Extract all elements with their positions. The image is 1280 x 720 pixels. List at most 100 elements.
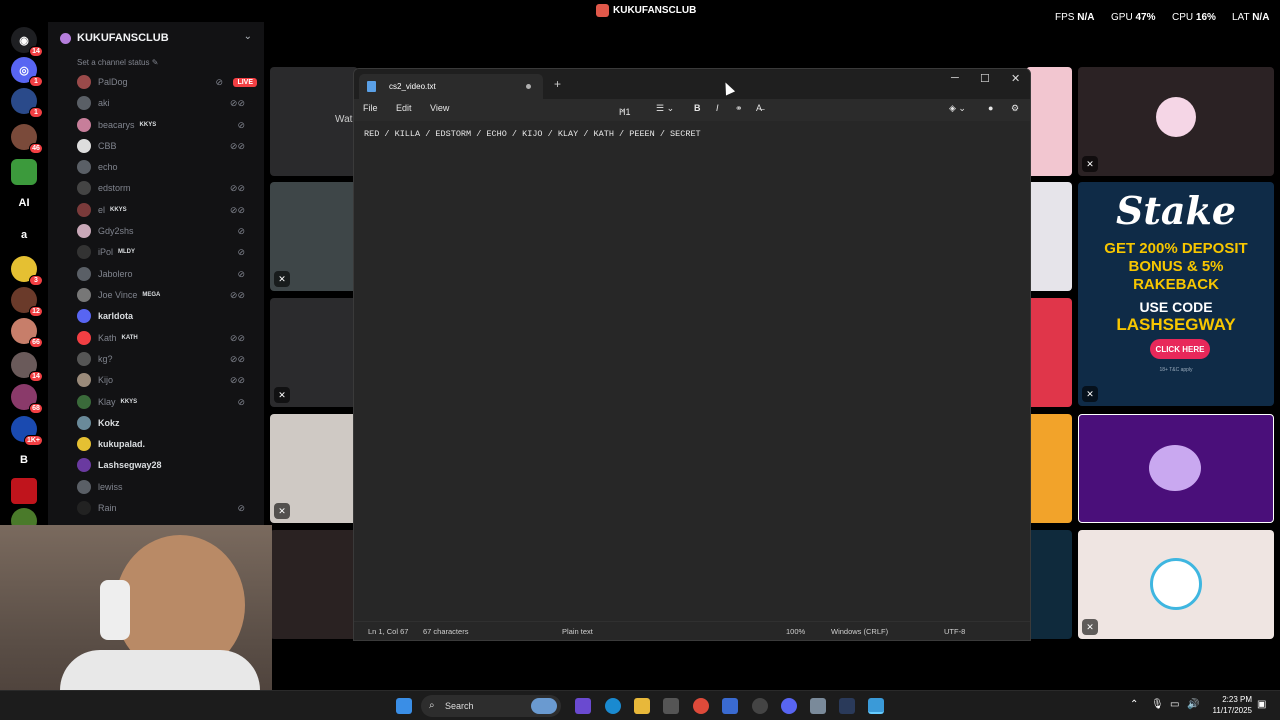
server-icon[interactable]: 3 [11, 256, 43, 286]
video-tile[interactable] [1026, 298, 1072, 407]
video-tile[interactable] [1026, 67, 1072, 176]
video-tile[interactable]: ✕ [1078, 67, 1274, 176]
notification-icon[interactable]: ▣ [1257, 699, 1266, 710]
member-item[interactable]: Rain ⊘ [77, 498, 257, 518]
settings-app-icon[interactable] [810, 698, 826, 714]
network-icon[interactable]: ▭ [1170, 699, 1179, 710]
member-item[interactable]: el KKYS ⊘⊘ [77, 200, 257, 220]
server-icon[interactable]: AI [11, 190, 37, 216]
menu-file[interactable]: File [363, 103, 378, 113]
settings-icon[interactable]: ⚙ [1011, 103, 1019, 114]
chevron-down-icon[interactable]: ⌄ [244, 31, 252, 42]
video-tile[interactable] [1026, 530, 1072, 639]
member-item[interactable]: lewiss [77, 477, 257, 497]
edge-icon[interactable] [605, 698, 621, 714]
search-icon: ⌕ [429, 700, 435, 711]
ad-cta-button[interactable]: CLICK HERE [1150, 339, 1210, 359]
member-item[interactable]: karldota [77, 306, 257, 326]
mail-icon[interactable] [722, 698, 738, 714]
menu-edit[interactable]: Edit [396, 103, 412, 113]
member-item[interactable]: Joe Vince MEGA ⊘⊘ [77, 285, 257, 305]
server-icon[interactable]: 68 [11, 384, 43, 414]
member-item[interactable]: kg? ⊘⊘ [77, 349, 257, 369]
text-format[interactable]: Plain text [562, 627, 593, 636]
copilot-app-icon[interactable] [575, 698, 591, 714]
member-item[interactable]: CBB ⊘⊘ [77, 136, 257, 156]
server-icon[interactable]: B [11, 447, 37, 473]
taskbar-clock[interactable]: 2:23 PM 11/17/2025 [1213, 694, 1252, 716]
member-item[interactable]: echo [77, 157, 257, 177]
text-editor[interactable]: RED / KILLA / EDSTORM / ECHO / KIJO / KL… [354, 121, 1030, 626]
server-icon[interactable]: 1 [11, 88, 43, 118]
server-icon[interactable]: a [11, 222, 37, 248]
server-icon[interactable]: 14 [11, 352, 43, 382]
server-icon[interactable]: 66 [11, 318, 43, 348]
server-icon[interactable]: 46 [11, 124, 43, 154]
video-tile[interactable]: ✕ [270, 414, 358, 523]
member-item[interactable]: PalDog ⊘ LIVE [77, 72, 257, 92]
channel-status-input[interactable]: Set a channel status ✎ [77, 58, 158, 67]
app-icon[interactable] [752, 698, 768, 714]
watch-stream-label: Wat [335, 114, 353, 125]
microphone-icon[interactable]: 🎙 [1151, 699, 1164, 710]
editor-content[interactable]: RED / KILLA / EDSTORM / ECHO / KIJO / KL… [364, 129, 701, 139]
unsaved-indicator-icon[interactable] [526, 84, 531, 89]
steam-icon[interactable] [839, 698, 855, 714]
line-endings[interactable]: Windows (CRLF) [831, 627, 888, 636]
member-item[interactable]: Jabolero ⊘ [77, 264, 257, 284]
member-item[interactable]: Kijo ⊘⊘ [77, 370, 257, 390]
video-tile[interactable]: ✕ [270, 298, 358, 407]
maximize-icon[interactable]: ☐ [980, 72, 990, 85]
member-item[interactable]: iPol MLDY ⊘ [77, 242, 257, 262]
member-item[interactable]: kukupalad. [77, 434, 257, 454]
list-icon[interactable]: ☰ ⌄ [656, 103, 674, 114]
encoding[interactable]: UTF-8 [944, 627, 965, 636]
video-tile[interactable] [270, 530, 358, 639]
video-tile[interactable]: ✕ [270, 182, 358, 291]
member-item[interactable]: aki ⊘⊘ [77, 93, 257, 113]
member-item[interactable]: edstorm ⊘⊘ [77, 178, 257, 198]
sponsor-ad-tile[interactable]: Stake GET 200% DEPOSIT BONUS & 5% RAKEBA… [1078, 182, 1274, 406]
member-item[interactable]: Klay KKYS ⊘ [77, 392, 257, 412]
discord-icon[interactable] [781, 698, 797, 714]
video-tile[interactable] [1026, 182, 1072, 291]
video-tile[interactable]: ✕ [1078, 530, 1274, 639]
video-tile[interactable] [1078, 414, 1274, 523]
start-icon[interactable] [396, 698, 412, 714]
member-item[interactable]: Gdy2shs ⊘ [77, 221, 257, 241]
member-item[interactable]: Lashsegway28 [77, 455, 257, 475]
member-item[interactable]: Kokz [77, 413, 257, 433]
video-tile[interactable] [1026, 414, 1072, 523]
notepad-app-icon[interactable] [868, 698, 884, 714]
file-explorer-icon[interactable] [634, 698, 650, 714]
account-icon[interactable]: ● [988, 103, 993, 113]
volume-icon[interactable]: 🔊 [1187, 699, 1199, 710]
chevron-up-icon[interactable]: ⌃ [1130, 699, 1138, 710]
store-icon[interactable] [663, 698, 679, 714]
minimize-icon[interactable]: ─ [951, 72, 959, 84]
zoom-level[interactable]: 100% [786, 627, 805, 636]
copilot-icon[interactable]: ◈ ⌄ [949, 103, 966, 114]
member-item[interactable]: beacarys KKYS ⊘ [77, 115, 257, 135]
direct-messages-icon[interactable]: ◉ 14 [11, 27, 43, 57]
heading-dropdown[interactable]: H1 ⌄ [619, 103, 631, 117]
member-item[interactable]: Kath KATH ⊘⊘ [77, 328, 257, 348]
bold-icon[interactable]: B [694, 103, 701, 113]
avatar [77, 224, 91, 238]
file-tab[interactable]: cs2_video.txt [359, 74, 543, 99]
link-icon[interactable]: ⚭ [735, 103, 743, 114]
italic-icon[interactable]: I [716, 103, 719, 113]
menu-view[interactable]: View [430, 103, 449, 113]
clear-formatting-icon[interactable]: A̶ [756, 103, 762, 113]
server-icon[interactable]: 12 [11, 287, 43, 317]
server-icon[interactable] [11, 159, 37, 185]
chrome-icon[interactable] [693, 698, 709, 714]
server-icon[interactable]: ◎ 1 [11, 57, 43, 87]
taskbar-search[interactable]: ⌕ Search [421, 695, 561, 717]
screen-share-tile[interactable]: Wat [270, 67, 358, 176]
new-tab-icon[interactable]: + [554, 77, 561, 91]
close-icon[interactable]: ✕ [1011, 72, 1020, 85]
channel-header[interactable]: KUKUFANSCLUB [60, 32, 169, 44]
server-icon[interactable] [11, 478, 37, 504]
server-icon[interactable]: 1K+ [11, 416, 43, 446]
